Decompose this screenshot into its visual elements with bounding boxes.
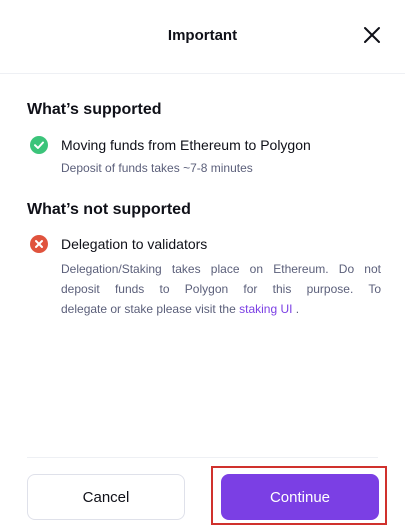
close-icon (361, 24, 383, 46)
dialog-header: Important (0, 0, 405, 74)
x-circle-icon (30, 235, 48, 253)
description-text: . (292, 302, 300, 316)
check-circle-icon (30, 136, 48, 154)
footer-divider (27, 457, 378, 458)
not-supported-item-description: Delegation/Staking takes place on Ethere… (61, 259, 381, 319)
description-line: deposit funds to Polygon for this purpos… (61, 282, 381, 296)
description-text: delegate or stake please visit the (61, 302, 240, 316)
staking-ui-link[interactable]: staking UI (239, 302, 292, 316)
dialog-title: Important (167, 27, 238, 44)
description-line: delegate or stake please visit the staki… (61, 299, 381, 319)
supported-item-label: Moving funds from Ethereum to Polygon (61, 137, 311, 153)
close-button[interactable] (361, 24, 383, 46)
cancel-button[interactable]: Cancel (27, 474, 185, 520)
not-supported-item-label: Delegation to validators (61, 236, 208, 252)
not-supported-heading: What’s not supported (27, 201, 191, 218)
supported-heading: What’s supported (27, 101, 162, 118)
continue-button[interactable]: Continue (221, 474, 379, 520)
description-line: Delegation/Staking takes place on Ethere… (61, 262, 381, 276)
important-dialog: Important What’s supported Moving funds … (0, 0, 405, 529)
supported-item-description: Deposit of funds takes ~7-8 minutes (61, 161, 253, 175)
